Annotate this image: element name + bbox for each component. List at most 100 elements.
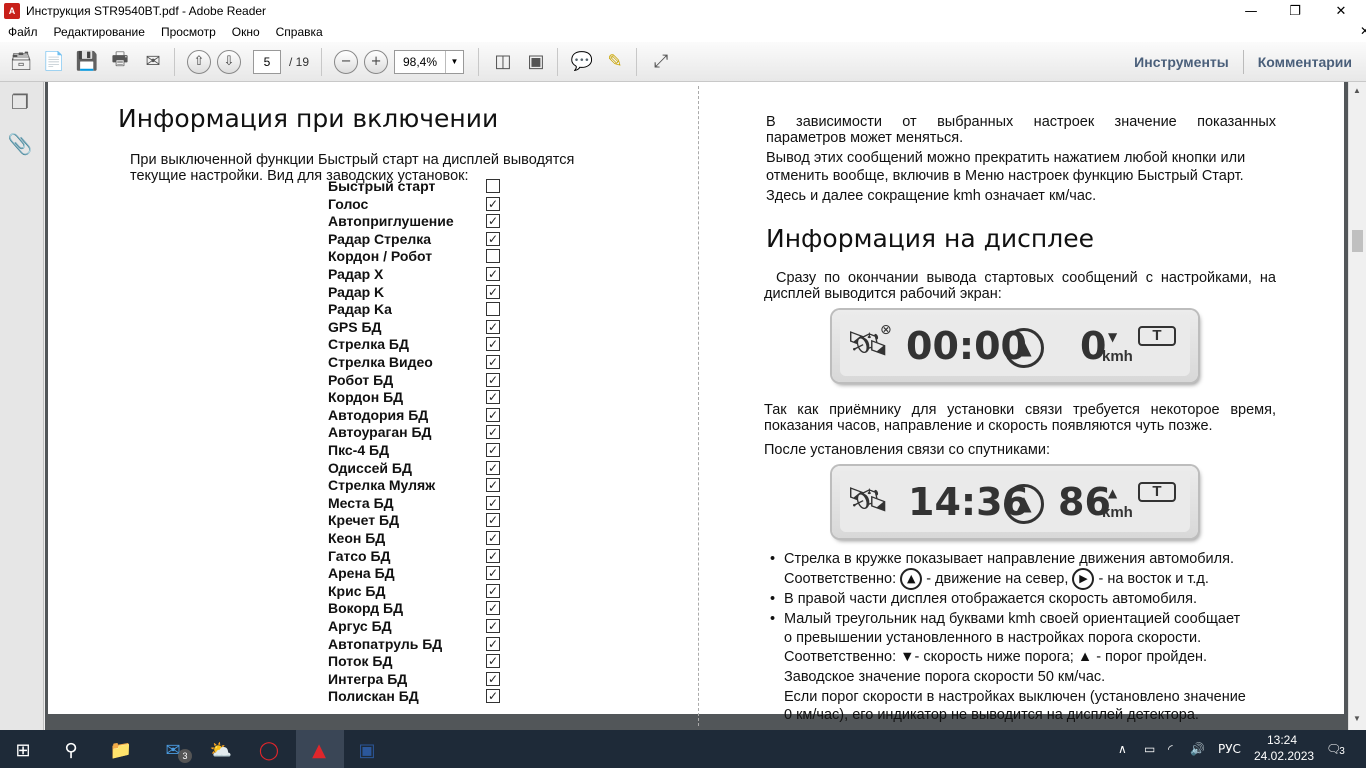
scroll-up-icon[interactable]: ▲ [1353,86,1361,95]
setting-row: Кордон / Робот [328,248,508,265]
fit-width-icon[interactable]: ▣ [521,47,551,77]
setting-label: Поток БД [328,653,393,670]
comment-icon[interactable]: 💬 [567,47,597,77]
checkbox-checked: ✓ [486,478,500,493]
tools-button[interactable]: Инструменты [1134,54,1229,70]
setting-label: Крис БД [328,582,386,599]
opera-icon[interactable]: ◯ [256,737,282,763]
windows-start-icon[interactable]: ⊞ [10,737,36,763]
setting-row: Стрелка Видео ✓ [328,354,508,371]
chevron-down-icon[interactable]: ▼ [445,50,463,73]
setting-label: Автодория БД [328,406,429,423]
setting-row: Робот БД ✓ [328,372,508,389]
toolbar-right: Инструменты Комментарии [1134,42,1352,82]
checkbox-checked: ✓ [486,601,500,616]
p4-line1: Сразу по окончании вывода стартовых сооб… [776,270,1276,286]
fullscreen-icon[interactable]: ⤢ [646,47,676,77]
clock[interactable]: 13:24 24.02.2023 [1254,732,1315,764]
compass-north-icon: ▲ [1004,328,1044,368]
zoom-value: 98,4% [403,54,438,69]
battery-icon[interactable]: ▭ [1144,730,1155,768]
wifi-icon[interactable]: ◜ [1168,730,1173,768]
share-icon[interactable]: 📄 [39,47,69,77]
comments-button[interactable]: Комментарии [1258,54,1352,70]
toolbar-divider [321,47,323,76]
compass-east-icon: ▶ [1072,568,1095,590]
checkbox-checked: ✓ [486,548,500,563]
toolbar-divider [1242,50,1244,74]
bullet1-text-b: - движение на север, [926,570,1069,587]
attachment-icon[interactable]: 📎 [8,132,33,156]
checkbox-checked: ✓ [486,267,500,281]
setting-row: Радар X ✓ [328,266,508,283]
setting-label: Места БД [328,494,394,511]
setting-row: Кордон БД ✓ [328,389,508,406]
setting-row: GPS БД ✓ [328,319,508,336]
notifications-badge: 3 [1339,746,1345,757]
p2-line1: Вывод этих сообщений можно прекратить на… [766,150,1246,166]
save-icon[interactable]: 💾 [72,47,102,77]
setting-row: Кеон БД ✓ [328,530,508,547]
file-explorer-icon[interactable]: 📁 [108,737,134,763]
checkbox-checked: ✓ [486,443,500,457]
menu-help[interactable]: Справка [276,25,323,39]
highlight-icon[interactable]: ✎ [600,47,630,77]
fit-page-icon[interactable]: ◫ [488,47,518,77]
document-area[interactable]: Информация при включении При выключенной… [45,82,1348,730]
prev-page-icon[interactable]: ⇧ [187,49,211,74]
setting-row: Пкс-4 БД ✓ [328,442,508,459]
checkbox-checked: ✓ [486,654,500,669]
language-indicator[interactable]: РУС [1218,730,1241,768]
setting-row: Аргус БД ✓ [328,618,508,635]
zoom-in-icon[interactable]: + [364,49,389,74]
setting-label: Радар Ka [328,301,392,318]
menu-view[interactable]: Просмотр [161,25,216,39]
minimize-button[interactable]: — [1228,0,1274,22]
taskbar: ⊞ ⚲ 📁 ✉ 3 ⛅ ◯ ▲ ▣ ∧ ▭ ◜ 🔊 РУС 13:24 24.0… [0,730,1366,768]
next-page-icon[interactable]: ⇩ [217,49,241,74]
close-button[interactable]: ✕ [1318,0,1364,22]
setting-row: Стрелка Муляж ✓ [328,477,508,494]
word-icon[interactable]: ▣ [354,737,380,763]
print-icon[interactable]: 🖶 [105,47,135,77]
menu-file[interactable]: Файл [8,25,38,39]
p1-line2: параметров может меняться. [766,130,964,146]
weather-icon[interactable]: ⛅ [208,737,234,763]
checkbox-checked: ✓ [486,460,500,475]
setting-row: Полискан БД ✓ [328,688,508,705]
setting-label: Одиссей БД [328,459,412,476]
bullet-marker: • [770,611,776,627]
checkbox-checked: ✓ [486,407,500,422]
setting-row: Крис БД ✓ [328,583,508,600]
setting-row: Поток БД ✓ [328,653,508,670]
scroll-thumb[interactable] [1352,230,1363,252]
checkbox-checked: ✓ [486,372,500,387]
checkbox-unchecked [486,249,500,264]
clock-date: 24.02.2023 [1254,749,1315,763]
pages-icon[interactable]: ❐ [8,90,32,114]
vertical-scrollbar[interactable]: ▲ ▼ [1348,82,1366,730]
restore-button[interactable]: ❐ [1272,0,1318,22]
menu-window[interactable]: Окно [232,25,260,39]
search-icon[interactable]: ⚲ [58,737,84,763]
adobe-reader-icon: A [4,3,20,19]
zoom-out-icon[interactable]: − [334,49,359,74]
setting-row: Радар K ✓ [328,284,508,301]
toolbar-divider [478,47,480,76]
compass-north-icon: ▲ [900,568,923,590]
email-icon[interactable]: ✉ [138,47,168,77]
heading-startup-info: Информация при включении [118,104,499,133]
create-pdf-icon[interactable]: 🗃 [6,47,36,77]
zoom-select[interactable]: 98,4% ▼ [394,49,465,74]
page-number-input[interactable]: 5 [253,49,281,74]
setting-label: Быстрый старт [328,178,436,194]
menu-close-doc-icon[interactable]: ✕ [1360,24,1366,38]
adobe-reader-taskbar-icon[interactable]: ▲ [306,737,332,763]
tray-chevron-icon[interactable]: ∧ [1118,730,1127,768]
scroll-down-icon[interactable]: ▼ [1353,714,1361,723]
bullet-marker: • [770,551,776,567]
display-t-indicator: T [1138,482,1176,502]
menu-edit[interactable]: Редактирование [54,25,145,39]
volume-icon[interactable]: 🔊 [1190,730,1205,768]
toolbar-divider [174,47,175,76]
